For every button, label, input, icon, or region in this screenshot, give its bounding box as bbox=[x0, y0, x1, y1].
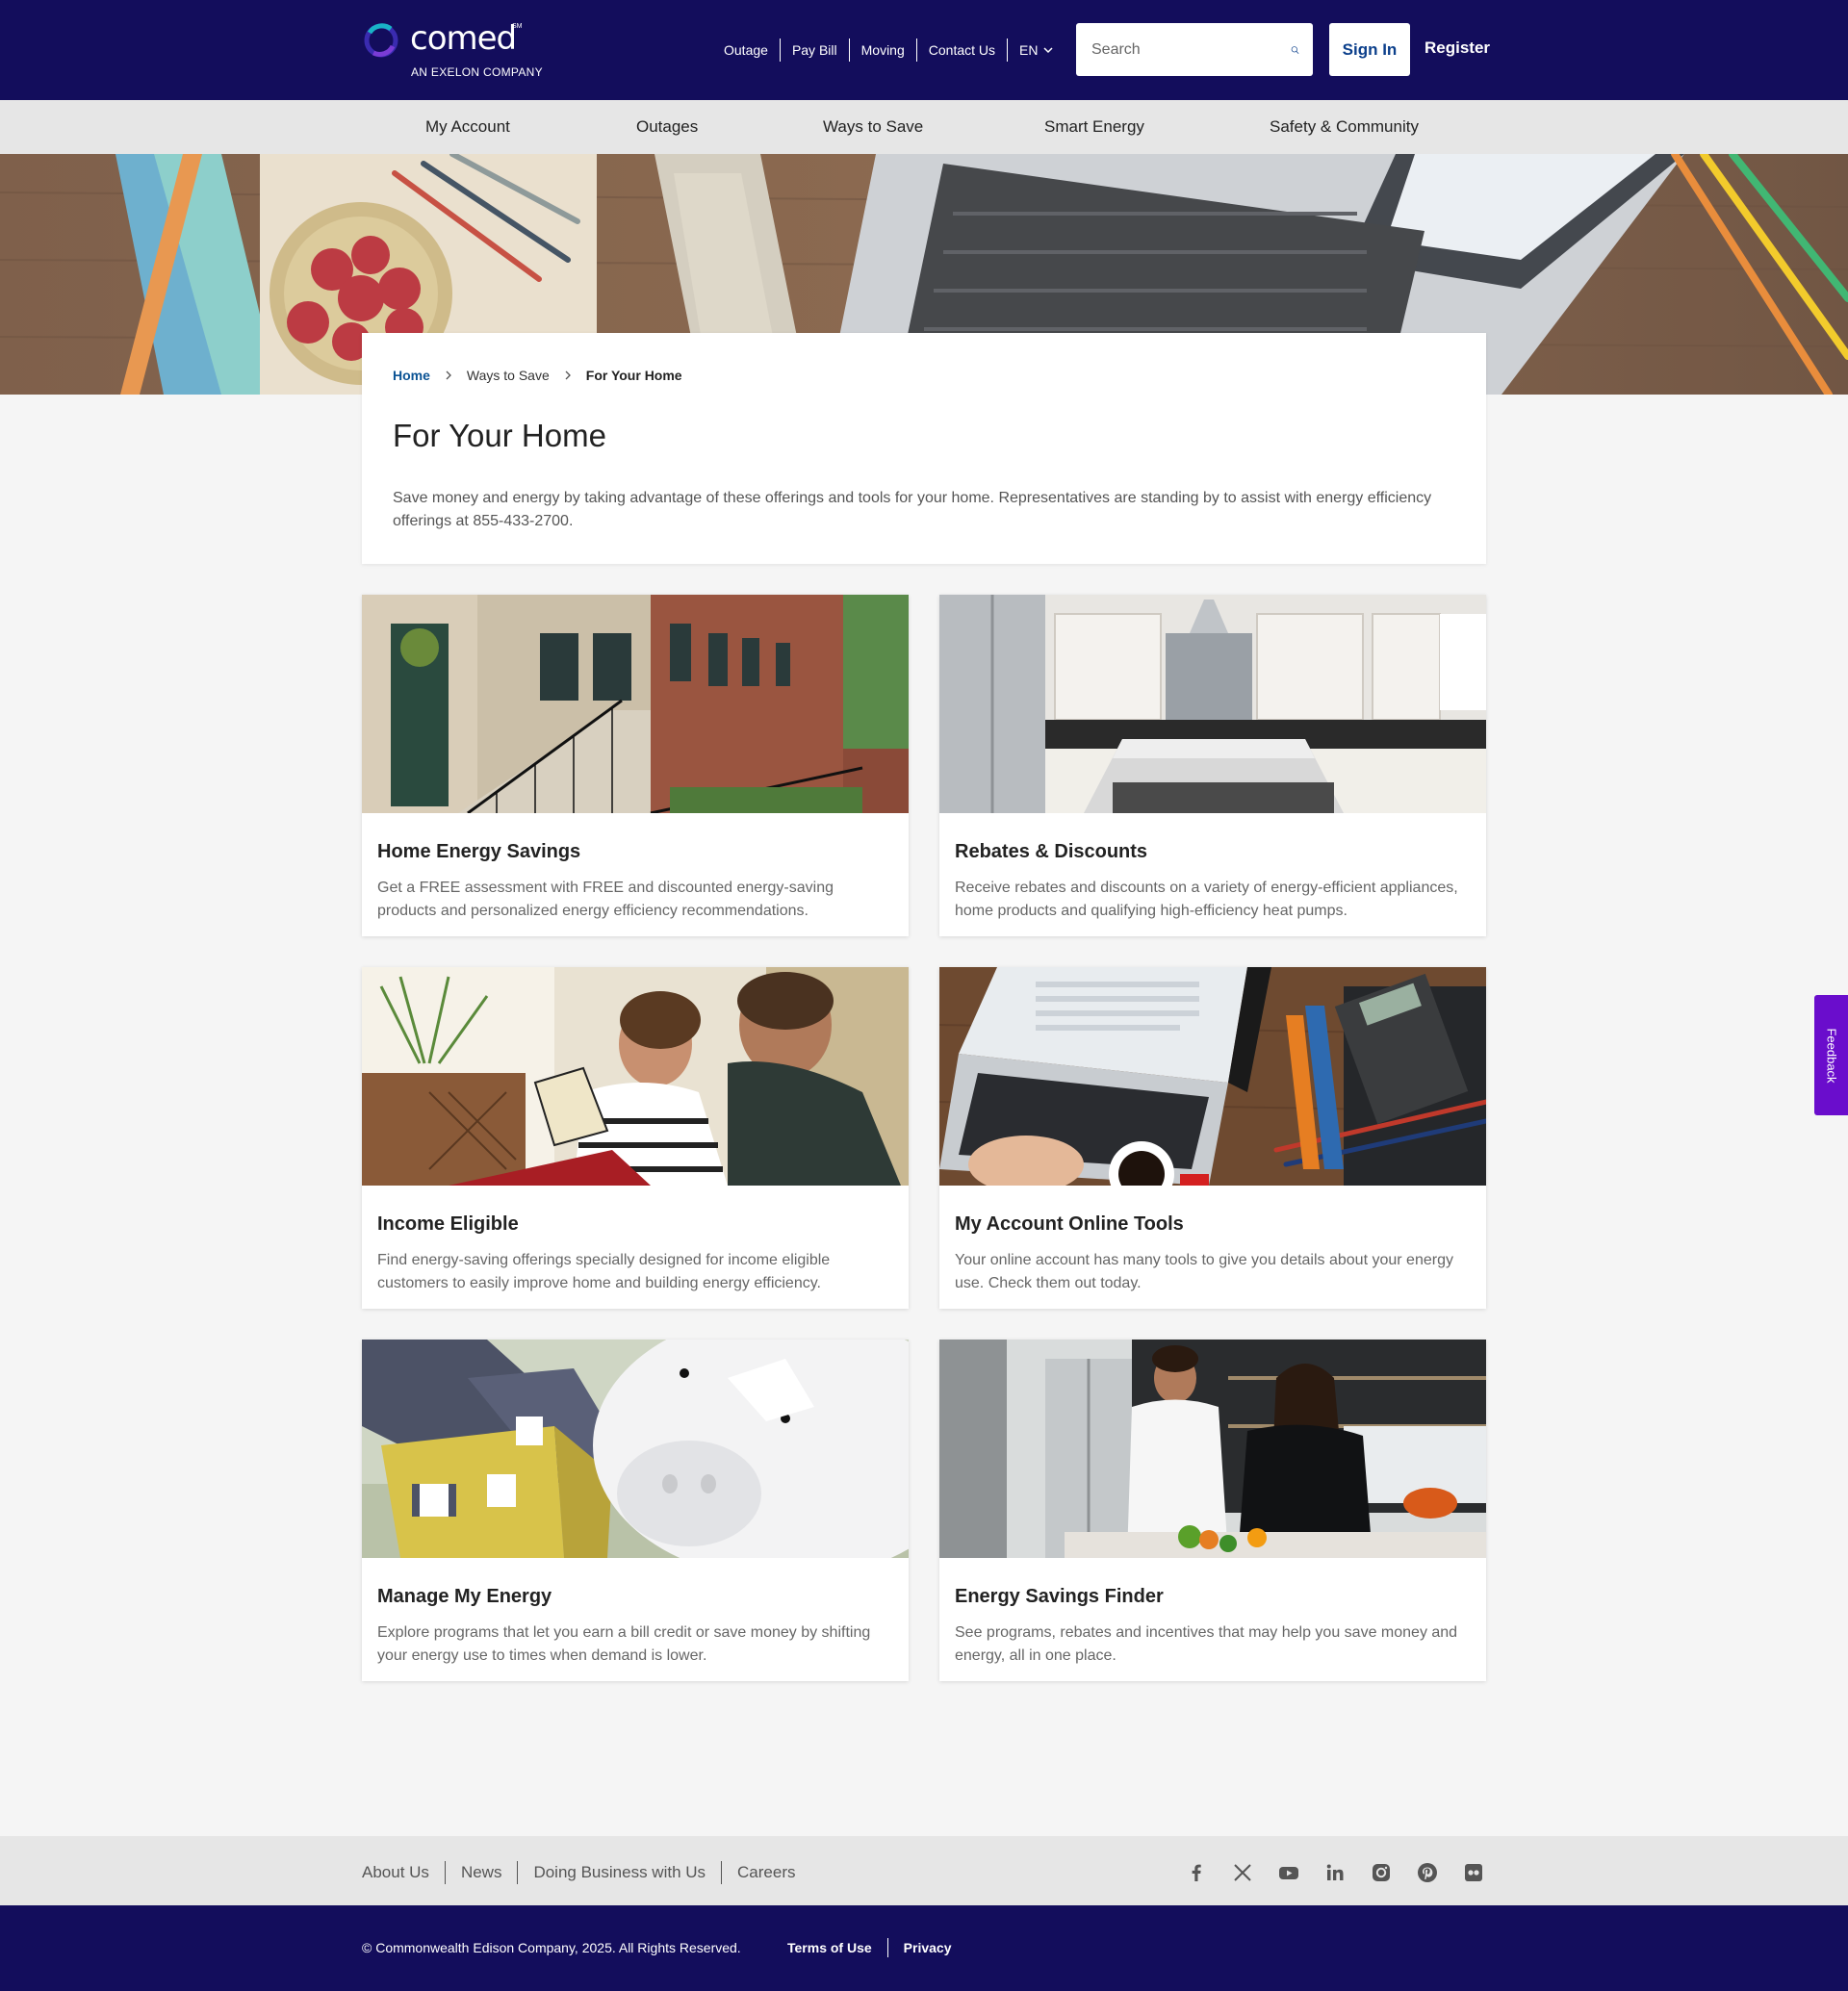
util-link-pay-bill[interactable]: Pay Bill bbox=[781, 38, 850, 62]
breadcrumb: Home Ways to Save For Your Home bbox=[393, 368, 682, 383]
terms-of-use-link[interactable]: Terms of Use bbox=[772, 1938, 888, 1957]
logo-wordmark: comed bbox=[410, 19, 517, 58]
flickr-icon[interactable] bbox=[1462, 1861, 1485, 1884]
register-link[interactable]: Register bbox=[1424, 38, 1490, 58]
breadcrumb-current: For Your Home bbox=[585, 368, 682, 383]
privacy-link[interactable]: Privacy bbox=[888, 1938, 967, 1957]
language-label: EN bbox=[1019, 42, 1039, 58]
footer-link-doing-business[interactable]: Doing Business with Us bbox=[518, 1861, 723, 1884]
card-description: Get a FREE assessment with FREE and disc… bbox=[377, 880, 834, 919]
util-link-moving[interactable]: Moving bbox=[850, 38, 917, 62]
nav-smart-energy[interactable]: Smart Energy bbox=[1044, 117, 1144, 137]
util-link-contact-us[interactable]: Contact Us bbox=[917, 38, 1009, 62]
card-income-eligible[interactable]: Income Eligible Find energy-saving offer… bbox=[362, 967, 909, 1309]
nav-ways-to-save[interactable]: Ways to Save bbox=[823, 117, 923, 137]
card-title: Rebates & Discounts bbox=[955, 841, 1148, 862]
card-image-house-piggybank bbox=[362, 1340, 909, 1558]
logo-tagline: AN EXELON COMPANY bbox=[411, 65, 543, 79]
search-box bbox=[1076, 23, 1313, 76]
intro-card: Home Ways to Save For Your Home For Your… bbox=[362, 333, 1486, 564]
footer-link-news[interactable]: News bbox=[446, 1861, 519, 1884]
card-description: See programs, rebates and incentives tha… bbox=[955, 1624, 1458, 1664]
comed-logo[interactable]: comed SM AN EXELON COMPANY bbox=[362, 19, 554, 81]
card-image-laptop-desk bbox=[939, 967, 1486, 1186]
footer-nav: About Us News Doing Business with Us Car… bbox=[362, 1861, 811, 1884]
main-nav: My Account Outages Ways to Save Smart En… bbox=[0, 100, 1848, 154]
card-title: Home Energy Savings bbox=[377, 841, 581, 862]
search-input[interactable] bbox=[1076, 23, 1291, 76]
breadcrumb-home[interactable]: Home bbox=[393, 368, 430, 383]
card-title: Energy Savings Finder bbox=[955, 1586, 1164, 1607]
copyright-text: © Commonwealth Edison Company, 2025. All… bbox=[362, 1940, 741, 1955]
feedback-tab[interactable]: Feedback bbox=[1814, 995, 1848, 1115]
language-selector[interactable]: EN bbox=[1008, 42, 1065, 58]
card-image-townhouses bbox=[362, 595, 909, 813]
card-title: Income Eligible bbox=[377, 1213, 519, 1235]
linkedin-icon[interactable] bbox=[1323, 1861, 1347, 1884]
card-image-couple-cooking bbox=[939, 1340, 1486, 1558]
utility-nav: Outage Pay Bill Moving Contact Us EN bbox=[714, 38, 1065, 62]
card-my-account-online-tools[interactable]: My Account Online Tools Your online acco… bbox=[939, 967, 1486, 1309]
youtube-icon[interactable] bbox=[1277, 1861, 1300, 1884]
social-links bbox=[1185, 1861, 1485, 1884]
x-icon[interactable] bbox=[1231, 1861, 1254, 1884]
card-title: Manage My Energy bbox=[377, 1586, 552, 1607]
card-energy-savings-finder[interactable]: Energy Savings Finder See programs, reba… bbox=[939, 1340, 1486, 1681]
nav-safety-community[interactable]: Safety & Community bbox=[1270, 117, 1419, 137]
intro-text: Save money and energy by taking advantag… bbox=[393, 490, 1432, 529]
nav-my-account[interactable]: My Account bbox=[425, 117, 510, 137]
feedback-label: Feedback bbox=[1824, 1027, 1838, 1084]
card-description: Explore programs that let you earn a bil… bbox=[377, 1624, 871, 1664]
instagram-icon[interactable] bbox=[1370, 1861, 1393, 1884]
util-link-outage[interactable]: Outage bbox=[714, 38, 781, 62]
chevron-right-icon bbox=[446, 370, 451, 380]
chevron-down-icon bbox=[1043, 47, 1053, 54]
search-icon[interactable] bbox=[1291, 38, 1299, 63]
footer-links-bar: About Us News Doing Business with Us Car… bbox=[0, 1836, 1848, 1905]
nav-outages[interactable]: Outages bbox=[636, 117, 698, 137]
card-description: Receive rebates and discounts on a varie… bbox=[955, 880, 1458, 919]
footer-link-careers[interactable]: Careers bbox=[722, 1861, 810, 1884]
card-rebates-discounts[interactable]: Rebates & Discounts Receive rebates and … bbox=[939, 595, 1486, 936]
logo-mark-icon bbox=[364, 23, 398, 58]
card-home-energy-savings[interactable]: Home Energy Savings Get a FREE assessmen… bbox=[362, 595, 909, 936]
page-title: For Your Home bbox=[393, 418, 606, 453]
facebook-icon[interactable] bbox=[1185, 1861, 1208, 1884]
logo-service-mark: SM bbox=[512, 23, 523, 30]
pinterest-icon[interactable] bbox=[1416, 1861, 1439, 1884]
card-image-family-reading bbox=[362, 967, 909, 1186]
breadcrumb-ways-to-save[interactable]: Ways to Save bbox=[467, 368, 550, 383]
card-manage-my-energy[interactable]: Manage My Energy Explore programs that l… bbox=[362, 1340, 909, 1681]
card-image-kitchen bbox=[939, 595, 1486, 813]
site-header: comed SM AN EXELON COMPANY Outage Pay Bi… bbox=[0, 0, 1848, 100]
sign-in-button[interactable]: Sign In bbox=[1329, 23, 1410, 76]
footer-legal-bar: © Commonwealth Edison Company, 2025. All… bbox=[0, 1905, 1848, 1991]
card-title: My Account Online Tools bbox=[955, 1213, 1184, 1235]
legal-links: Terms of Use Privacy bbox=[772, 1938, 967, 1957]
chevron-right-icon bbox=[565, 370, 571, 380]
card-description: Your online account has many tools to gi… bbox=[955, 1252, 1453, 1291]
footer-link-about-us[interactable]: About Us bbox=[362, 1861, 446, 1884]
card-description: Find energy-saving offerings specially d… bbox=[377, 1252, 831, 1291]
